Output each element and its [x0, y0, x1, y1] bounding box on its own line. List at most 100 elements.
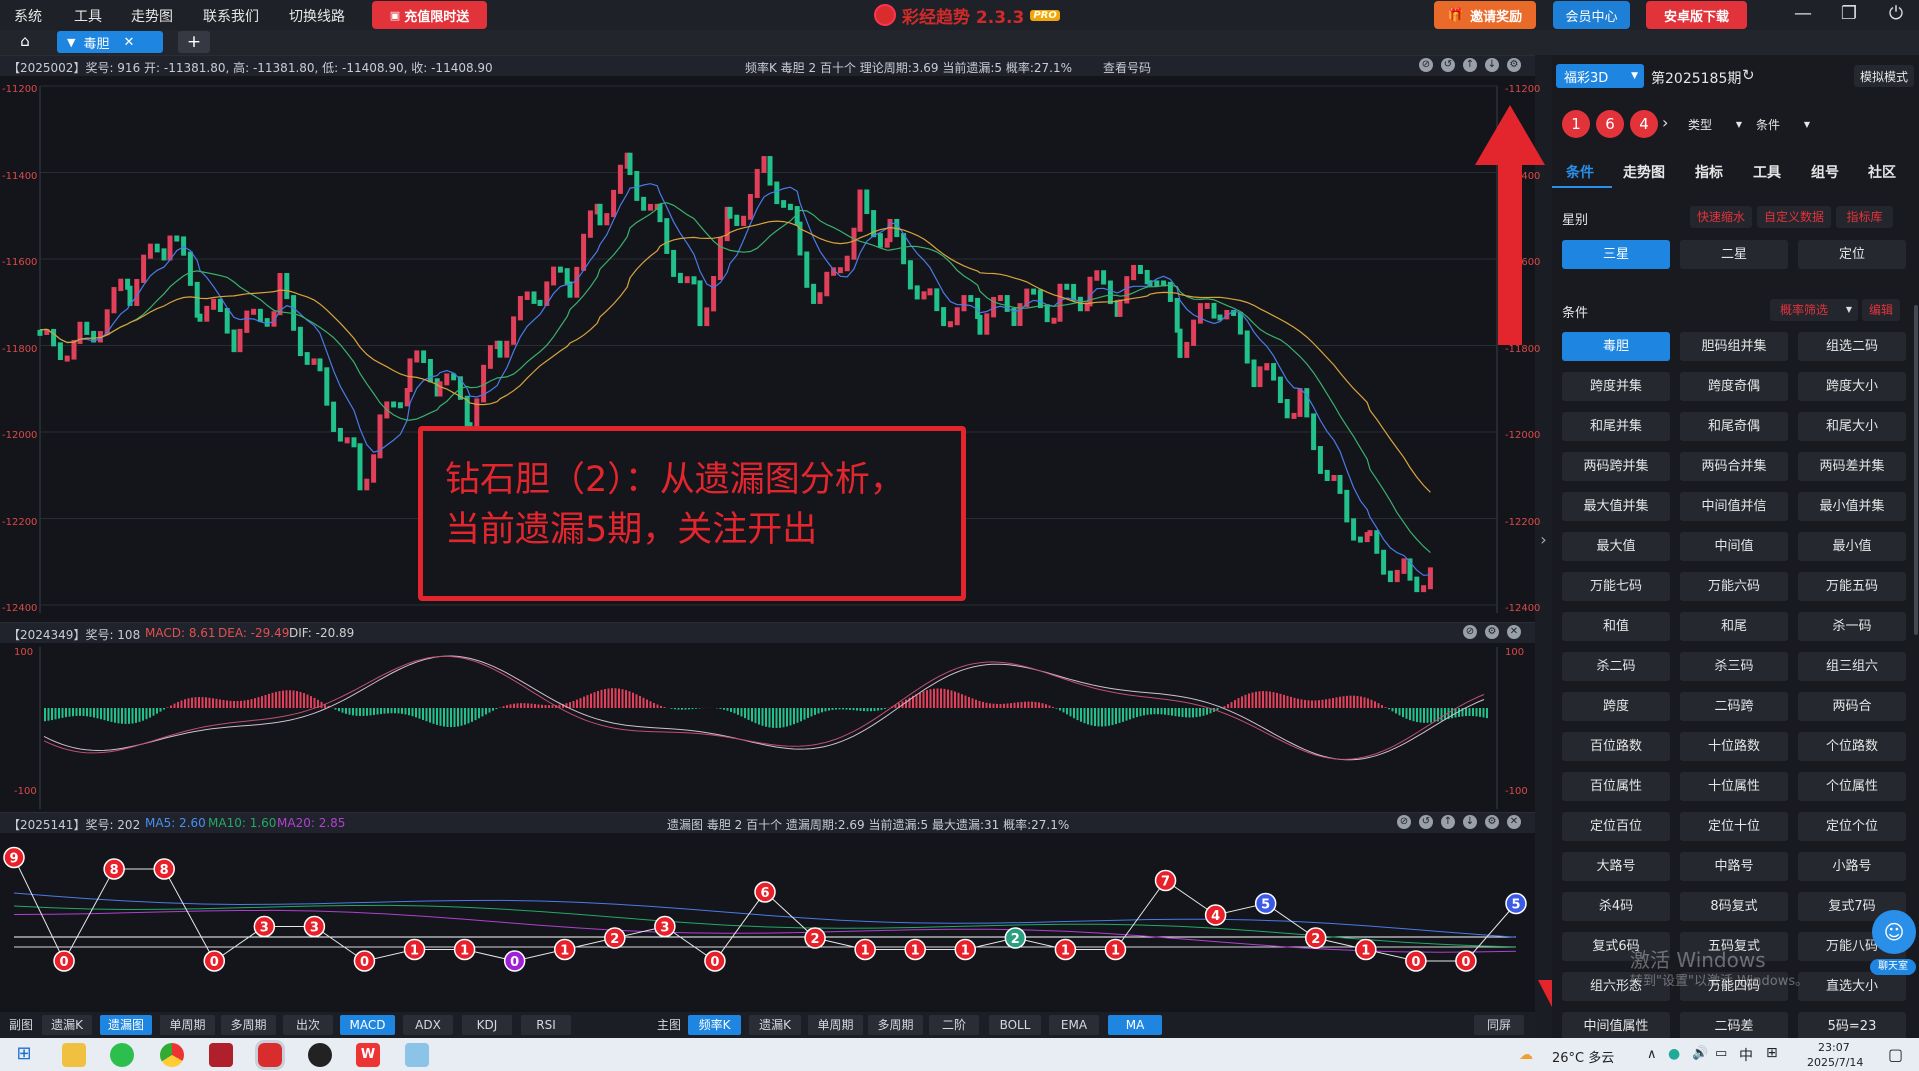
- star-btn-two[interactable]: 二星: [1680, 240, 1788, 269]
- condition-button[interactable]: 最小值并集: [1798, 492, 1906, 521]
- wps-app-icon[interactable]: [209, 1043, 233, 1067]
- prob-filter-select[interactable]: 概率筛选 ▼: [1770, 299, 1858, 321]
- quick-shrink-link[interactable]: 快速缩水: [1690, 206, 1752, 228]
- main-btn-ema[interactable]: EMA: [1049, 1015, 1099, 1035]
- condition-button[interactable]: 杀三码: [1680, 652, 1788, 681]
- sub-btn-miss-k[interactable]: 遗漏K: [42, 1015, 92, 1035]
- condition-button[interactable]: 和尾奇偶: [1680, 412, 1788, 441]
- restore-icon[interactable]: ❐: [1837, 3, 1861, 27]
- condition-button[interactable]: 和尾并集: [1562, 412, 1670, 441]
- up-icon[interactable]: ↑: [1463, 58, 1477, 72]
- main-btn-freq-k[interactable]: 频率K: [688, 1015, 741, 1035]
- condition-button[interactable]: 胆码组并集: [1680, 332, 1788, 361]
- condition-button[interactable]: 定位百位: [1562, 812, 1670, 841]
- promo-button[interactable]: ▣ 充值限时送: [372, 1, 487, 29]
- condition-button[interactable]: 杀4码: [1562, 892, 1670, 921]
- condition-button[interactable]: 两码合: [1798, 692, 1906, 721]
- notepad-icon[interactable]: [405, 1043, 429, 1067]
- star-btn-position[interactable]: 定位: [1798, 240, 1906, 269]
- condition-button[interactable]: 和尾: [1680, 612, 1788, 641]
- miss-chart[interactable]: 9 0 8 8 0 3 3 0 1 1 0 1 2 3 0 6 2 1 1 1 2 1 1 7 4 5 2 1 0 0 5: [0, 833, 1535, 1013]
- condition-button[interactable]: 二码跨: [1680, 692, 1788, 721]
- condition-button[interactable]: 小路号: [1798, 852, 1906, 881]
- star-btn-three[interactable]: 三星: [1562, 240, 1670, 269]
- main-btn-single-period[interactable]: 单周期: [808, 1015, 863, 1035]
- settings-icon[interactable]: ⚙: [1485, 625, 1499, 639]
- condition-button[interactable]: 万能七码: [1562, 572, 1670, 601]
- up-icon[interactable]: ↑: [1441, 815, 1455, 829]
- sub-btn-multi-period[interactable]: 多周期: [221, 1015, 276, 1035]
- reset-icon[interactable]: ↺: [1441, 58, 1455, 72]
- main-btn-boll[interactable]: BOLL: [989, 1015, 1041, 1035]
- condition-button[interactable]: 百位属性: [1562, 772, 1670, 801]
- weather-text[interactable]: 26°C 多云: [1552, 1047, 1614, 1066]
- condition-button[interactable]: 最大值: [1562, 532, 1670, 561]
- pin-icon[interactable]: ⊘: [1397, 815, 1411, 829]
- condition-button[interactable]: 直选大小: [1798, 972, 1906, 1001]
- minimize-icon[interactable]: —: [1791, 3, 1815, 27]
- close-icon[interactable]: ✕: [1507, 625, 1521, 639]
- menu-contact[interactable]: 联系我们: [203, 6, 259, 26]
- sub-btn-rsi[interactable]: RSI: [521, 1015, 571, 1035]
- condition-button[interactable]: 两码差并集: [1798, 452, 1906, 481]
- custom-data-link[interactable]: 自定义数据: [1757, 206, 1831, 228]
- sub-btn-adx[interactable]: ADX: [403, 1015, 453, 1035]
- down-icon[interactable]: ↓: [1485, 58, 1499, 72]
- chat-room-button[interactable]: 聊天室: [1870, 959, 1916, 975]
- condition-button[interactable]: 中间值属性: [1562, 1012, 1670, 1041]
- condition-button[interactable]: 百位路数: [1562, 732, 1670, 761]
- condition-button[interactable]: 个位属性: [1798, 772, 1906, 801]
- menu-switch-line[interactable]: 切换线路: [289, 6, 345, 26]
- sub-btn-count[interactable]: 出次: [283, 1015, 333, 1035]
- lottery-select[interactable]: 福彩3D ▼: [1556, 64, 1644, 88]
- sub-btn-macd[interactable]: MACD: [340, 1015, 395, 1035]
- tab-conditions[interactable]: 条件: [1566, 162, 1594, 182]
- volume-icon[interactable]: 🔊: [1692, 1046, 1708, 1061]
- sim-mode-button[interactable]: 模拟模式: [1854, 65, 1914, 87]
- chevron-right-icon[interactable]: ›: [1662, 113, 1668, 132]
- view-numbers-link[interactable]: 查看号码: [1103, 59, 1151, 76]
- tray-app-icon[interactable]: ●: [1668, 1046, 1680, 1062]
- condition-button[interactable]: 最大值并集: [1562, 492, 1670, 521]
- condition-button[interactable]: 和尾大小: [1798, 412, 1906, 441]
- member-center-button[interactable]: 会员中心: [1553, 1, 1630, 29]
- ime-indicator[interactable]: 中: [1739, 1045, 1753, 1065]
- settings-icon[interactable]: ⚙: [1507, 58, 1521, 72]
- file-explorer-icon[interactable]: [62, 1043, 86, 1067]
- chat-bot-icon[interactable]: ☺: [1872, 910, 1916, 954]
- windows-start-icon[interactable]: ⊞: [12, 1043, 36, 1067]
- condition-button[interactable]: 十位路数: [1680, 732, 1788, 761]
- invite-button[interactable]: 🎁 邀请奖励: [1434, 1, 1536, 29]
- pin-icon[interactable]: ⊘: [1463, 625, 1477, 639]
- condition-button[interactable]: 个位路数: [1798, 732, 1906, 761]
- indicator-lib-link[interactable]: 指标库: [1836, 206, 1893, 228]
- qq-icon[interactable]: [308, 1043, 332, 1067]
- clock-date[interactable]: 2025/7/14: [1807, 1056, 1863, 1069]
- condition-button[interactable]: 中间值: [1680, 532, 1788, 561]
- tab-indicators[interactable]: 指标: [1695, 162, 1723, 182]
- cond-select[interactable]: 条件 ▼: [1750, 112, 1810, 136]
- tray-chevron-icon[interactable]: ∧: [1647, 1047, 1657, 1062]
- condition-button[interactable]: 组选二码: [1798, 332, 1906, 361]
- type-select[interactable]: 类型 ▼: [1682, 112, 1742, 136]
- condition-button[interactable]: 万能五码: [1798, 572, 1906, 601]
- refresh-icon[interactable]: ↻: [1742, 66, 1755, 84]
- notification-icon[interactable]: ▢: [1888, 1045, 1903, 1064]
- main-btn-ma[interactable]: MA: [1108, 1015, 1162, 1035]
- condition-button[interactable]: 两码跨并集: [1562, 452, 1670, 481]
- condition-button[interactable]: 杀二码: [1562, 652, 1670, 681]
- settings-icon[interactable]: ⚙: [1485, 815, 1499, 829]
- main-btn-multi-period[interactable]: 多周期: [868, 1015, 923, 1035]
- add-tab-icon[interactable]: +: [178, 31, 210, 53]
- sub-btn-single-period[interactable]: 单周期: [160, 1015, 215, 1035]
- close-icon[interactable]: ✕: [123, 35, 134, 50]
- menu-system[interactable]: 系统: [14, 6, 42, 26]
- condition-button[interactable]: 杀一码: [1798, 612, 1906, 641]
- main-btn-miss-k[interactable]: 遗漏K: [749, 1015, 801, 1035]
- same-screen-button[interactable]: 同屏: [1474, 1015, 1524, 1035]
- tab-tools[interactable]: 工具: [1753, 162, 1781, 182]
- tab-community[interactable]: 社区: [1868, 162, 1896, 182]
- condition-button[interactable]: 8码复式: [1680, 892, 1788, 921]
- condition-button[interactable]: 5码=23: [1798, 1012, 1906, 1041]
- sub-btn-kdj[interactable]: KDJ: [462, 1015, 512, 1035]
